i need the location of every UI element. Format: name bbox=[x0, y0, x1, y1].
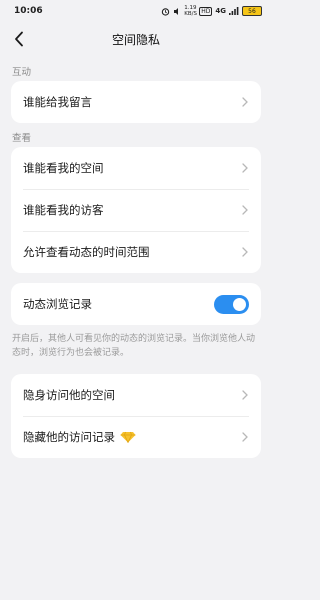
browse-card: 动态浏览记录 bbox=[11, 283, 261, 325]
stealth-card: 隐身访问他的空间 隐藏他的访问记录 bbox=[11, 374, 261, 458]
row-label: 动态浏览记录 bbox=[23, 297, 92, 311]
row-who-can-view-visitors[interactable]: 谁能看我的访客 bbox=[11, 189, 261, 231]
chevron-right-icon bbox=[241, 97, 249, 107]
chevron-right-icon bbox=[241, 205, 249, 215]
row-who-can-view-space[interactable]: 谁能看我的空间 bbox=[11, 147, 261, 189]
chevron-left-icon bbox=[15, 31, 23, 47]
browse-record-toggle[interactable] bbox=[214, 294, 249, 314]
toggle-knob bbox=[233, 297, 246, 311]
row-who-can-message[interactable]: 谁能给我留言 bbox=[11, 81, 261, 123]
browse-record-hint: 开启后，其他人可看见你的动态的浏览记录。当你浏览他人动态时，浏览行为也会被记录。 bbox=[12, 334, 256, 358]
row-label: 谁能看我的空间 bbox=[23, 161, 104, 175]
network-speed: 1.19 KB/S bbox=[184, 5, 197, 17]
diamond-icon bbox=[120, 431, 136, 443]
section-label-interact: 互动 bbox=[12, 67, 32, 78]
status-time: 10:06 bbox=[14, 6, 43, 16]
row-stealth-visit[interactable]: 隐身访问他的空间 bbox=[11, 374, 261, 416]
row-label: 隐身访问他的空间 bbox=[23, 388, 115, 402]
row-feed-time-range[interactable]: 允许查看动态的时间范围 bbox=[11, 231, 261, 273]
mute-icon bbox=[173, 7, 181, 16]
hd-badge: HD bbox=[199, 6, 213, 16]
chevron-right-icon bbox=[241, 163, 249, 173]
row-label-wrap: 隐藏他的访问记录 bbox=[23, 429, 136, 445]
status-bar: 10:06 1.19 KB/S HD 4G 56 bbox=[0, 0, 272, 22]
battery-icon: 56 bbox=[242, 6, 262, 16]
chevron-right-icon bbox=[241, 390, 249, 400]
back-button[interactable] bbox=[10, 30, 28, 48]
section-label-view: 查看 bbox=[12, 133, 32, 144]
header: 空间隐私 bbox=[0, 22, 272, 56]
row-label: 允许查看动态的时间范围 bbox=[23, 245, 150, 259]
row-label: 谁能看我的访客 bbox=[23, 203, 104, 217]
row-label: 谁能给我留言 bbox=[23, 95, 92, 109]
row-hide-visit-record[interactable]: 隐藏他的访问记录 bbox=[11, 416, 261, 458]
chevron-right-icon bbox=[241, 432, 249, 442]
interact-card: 谁能给我留言 bbox=[11, 81, 261, 123]
page-title: 空间隐私 bbox=[111, 32, 160, 47]
view-card: 谁能看我的空间 谁能看我的访客 允许查看动态的时间范围 bbox=[11, 147, 261, 273]
alarm-icon bbox=[161, 7, 170, 16]
chevron-right-icon bbox=[241, 247, 249, 257]
signal-label: 4G bbox=[215, 7, 226, 15]
row-feed-browse-record: 动态浏览记录 bbox=[11, 283, 261, 325]
row-label: 隐藏他的访问记录 bbox=[23, 430, 115, 444]
signal-icon bbox=[229, 7, 239, 15]
status-icons: 1.19 KB/S HD 4G 56 bbox=[161, 5, 262, 17]
